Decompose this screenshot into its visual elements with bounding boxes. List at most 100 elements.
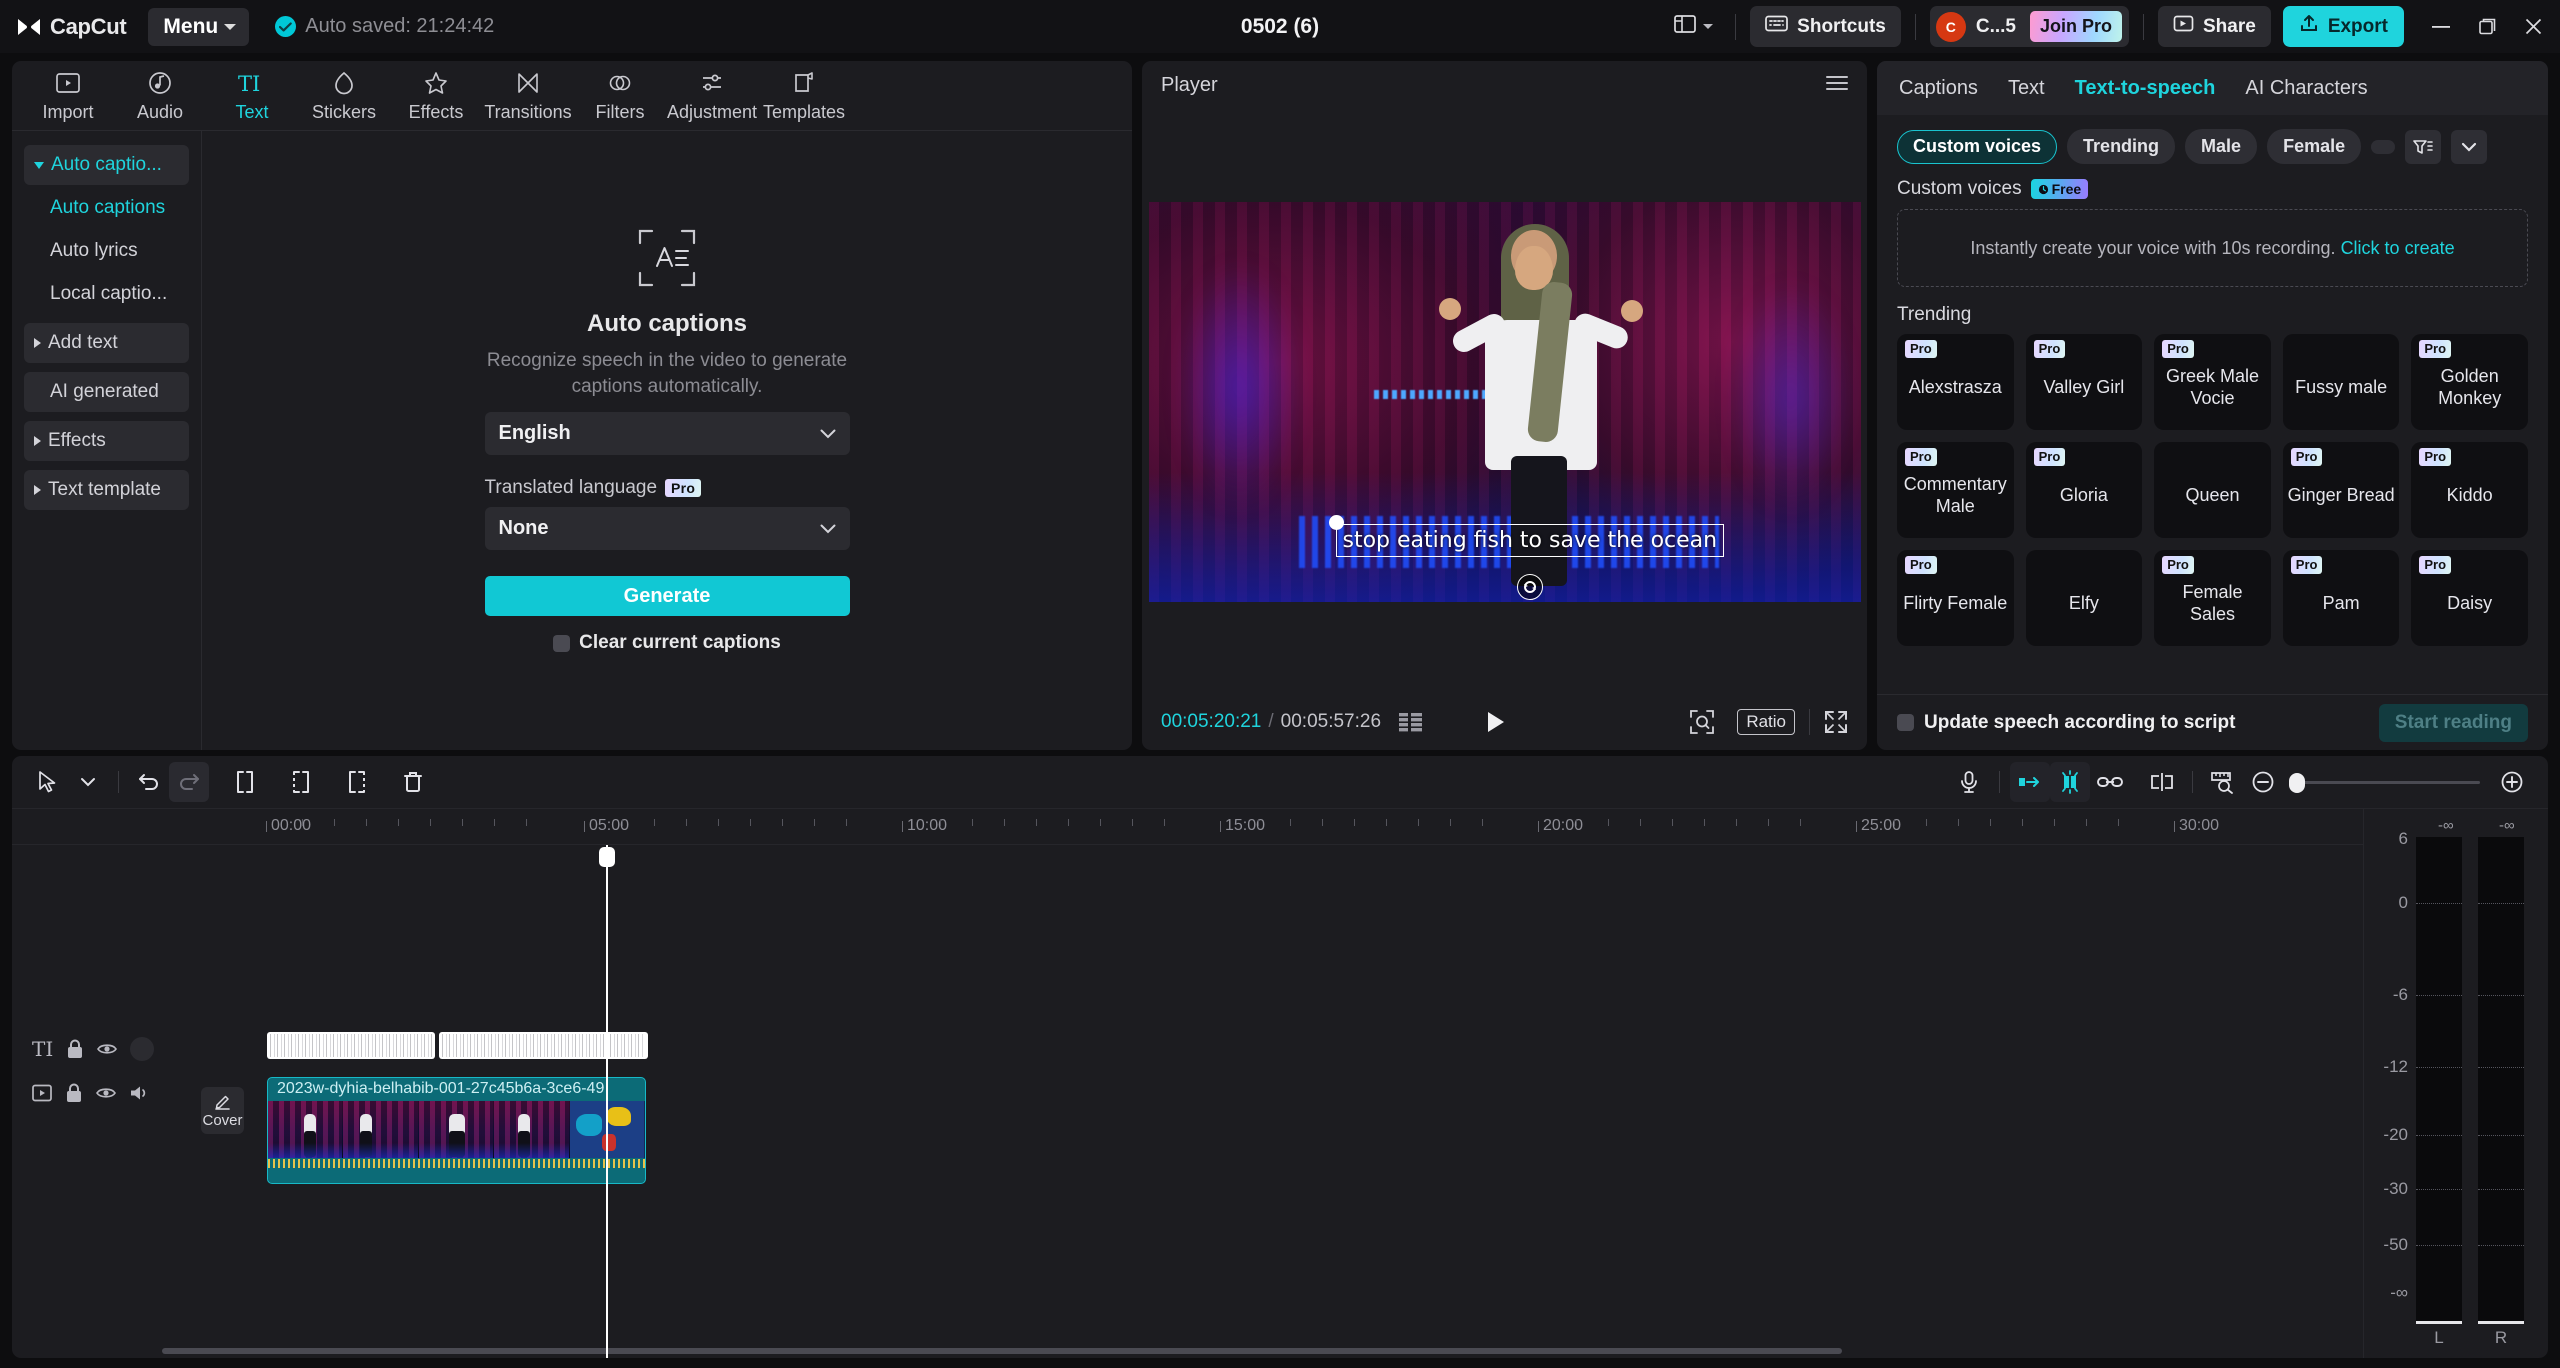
zoom-slider[interactable] [2295,781,2480,784]
link-icon[interactable] [2090,762,2130,802]
cover-button[interactable]: Cover [201,1087,244,1134]
voice-tile[interactable]: ProPam [2283,550,2400,646]
menu-button[interactable]: Menu [148,8,249,46]
player-menu-icon[interactable] [1826,74,1848,97]
tab-transitions[interactable]: Transitions [482,69,574,123]
filter-custom-voices[interactable]: Custom voices [1897,130,2057,164]
text-clip[interactable] [439,1032,648,1059]
layout-button[interactable] [1666,8,1721,45]
filter-male[interactable]: Male [2185,129,2257,164]
video-clip[interactable]: 2023w-dyhia-belhabib-001-27c45b6a-3ce6-4… [267,1077,646,1184]
create-voice-link[interactable]: Click to create [2341,238,2455,259]
split-icon[interactable] [225,762,265,802]
undo-icon[interactable] [129,762,169,802]
sidebar-item-local-captions[interactable]: Local captio... [24,274,189,314]
export-button[interactable]: Export [2283,6,2404,47]
share-button[interactable]: Share [2158,6,2271,47]
caption-resize-handle[interactable] [1329,515,1344,530]
generate-button[interactable]: Generate [485,576,850,616]
start-reading-button[interactable]: Start reading [2379,704,2528,742]
voice-tile[interactable]: ProKiddo [2411,442,2528,538]
record-mic-icon[interactable] [1949,762,1989,802]
playhead-handle[interactable] [599,847,615,867]
tab-text[interactable]: TI Text [206,69,298,123]
play-button[interactable] [1485,710,1507,734]
sidebar-item-effects[interactable]: Effects [24,421,189,461]
tool-dropdown-icon[interactable] [68,762,108,802]
fullscreen-icon[interactable] [1824,710,1848,734]
join-pro-badge[interactable]: Join Pro [2030,11,2122,42]
redo-icon[interactable] [169,762,209,802]
sidebar-item-text-template[interactable]: Text template [24,470,189,510]
ruler-zoom-icon[interactable] [2203,762,2243,802]
eye-icon[interactable] [96,1085,116,1101]
account-button[interactable]: C C...5 Join Pro [1930,6,2129,47]
sidebar-item-auto-captions-group[interactable]: Auto captio... [24,145,189,185]
snap-icon[interactable] [2050,762,2090,802]
caption-rotate-handle[interactable] [1517,574,1543,600]
voice-tile[interactable]: ProCommentary Male [1897,442,2014,538]
sidebar-item-auto-lyrics[interactable]: Auto lyrics [24,231,189,271]
voice-tile[interactable]: Queen [2154,442,2271,538]
timeline-ruler[interactable]: 00:00 05:00 10:00 15:00 20:0 [12,809,2363,845]
mirror-icon[interactable] [2142,762,2182,802]
trim-left-icon[interactable] [281,762,321,802]
trim-right-icon[interactable] [337,762,377,802]
zoom-slider-handle[interactable] [2289,773,2305,793]
delete-icon[interactable] [393,762,433,802]
close-button[interactable] [2510,0,2556,53]
tab-adjustment[interactable]: Adjustment [666,69,758,123]
tab-ai-characters[interactable]: AI Characters [2245,77,2367,100]
filter-female[interactable]: Female [2267,129,2361,164]
voice-tile[interactable]: ProGinger Bread [2283,442,2400,538]
caption-overlay[interactable]: stop eating fish to save the ocean [1336,524,1725,557]
expand-chevron-icon[interactable] [2451,130,2487,164]
zoom-fit-icon[interactable] [1689,709,1715,735]
update-speech-row[interactable]: Update speech according to script [1897,712,2235,734]
minimize-button[interactable] [2418,0,2464,53]
voice-tile[interactable]: ProAlexstrasza [1897,334,2014,430]
voice-tile[interactable]: ProFlirty Female [1897,550,2014,646]
sidebar-item-add-text[interactable]: Add text [24,323,189,363]
tab-text-to-speech[interactable]: Text-to-speech [2075,77,2216,100]
language-select[interactable]: English [485,412,850,455]
tab-audio[interactable]: Audio [114,69,206,123]
filter-trending[interactable]: Trending [2067,129,2175,164]
tab-text[interactable]: Text [2008,77,2045,100]
tab-captions[interactable]: Captions [1899,77,1978,100]
tab-import[interactable]: Import [22,69,114,123]
eye-icon[interactable] [97,1041,117,1057]
translated-language-select[interactable]: None [485,507,850,550]
lock-icon[interactable] [66,1039,84,1059]
timeline-hscrollbar[interactable] [12,1348,2363,1354]
create-voice-box[interactable]: Instantly create your voice with 10s rec… [1897,209,2528,287]
voice-tile[interactable]: Elfy [2026,550,2143,646]
tab-stickers[interactable]: Stickers [298,69,390,123]
voice-tile[interactable]: Fussy male [2283,334,2400,430]
clear-captions-checkbox[interactable] [553,635,570,652]
select-tool-icon[interactable] [28,762,68,802]
volume-icon[interactable] [129,1084,149,1102]
video-preview[interactable]: stop eating fish to save the ocean [1149,202,1861,602]
tab-templates[interactable]: Templates [758,69,850,123]
shortcuts-button[interactable]: Shortcuts [1750,6,1901,47]
sidebar-item-ai-generated[interactable]: AI generated [24,372,189,412]
tab-effects[interactable]: Effects [390,69,482,123]
voice-tile[interactable]: ProDaisy [2411,550,2528,646]
text-clip[interactable] [267,1032,435,1059]
sidebar-item-auto-captions[interactable]: Auto captions [24,188,189,228]
voice-tile[interactable]: ProGolden Monkey [2411,334,2528,430]
tab-filters[interactable]: Filters [574,69,666,123]
clear-captions-row[interactable]: Clear current captions [553,632,781,654]
zoom-in-icon[interactable] [2492,762,2532,802]
filter-overflow[interactable] [2371,140,2395,154]
frame-list-icon[interactable] [1399,712,1425,732]
voice-tile[interactable]: ProValley Girl [2026,334,2143,430]
zoom-out-icon[interactable] [2243,762,2283,802]
maximize-button[interactable] [2464,0,2510,53]
voice-tile[interactable]: ProGreek Male Vocie [2154,334,2271,430]
voice-tile[interactable]: ProFemale Sales [2154,550,2271,646]
voice-tile[interactable]: ProGloria [2026,442,2143,538]
auto-cut-icon[interactable] [2010,762,2050,802]
lock-icon[interactable] [65,1083,83,1103]
